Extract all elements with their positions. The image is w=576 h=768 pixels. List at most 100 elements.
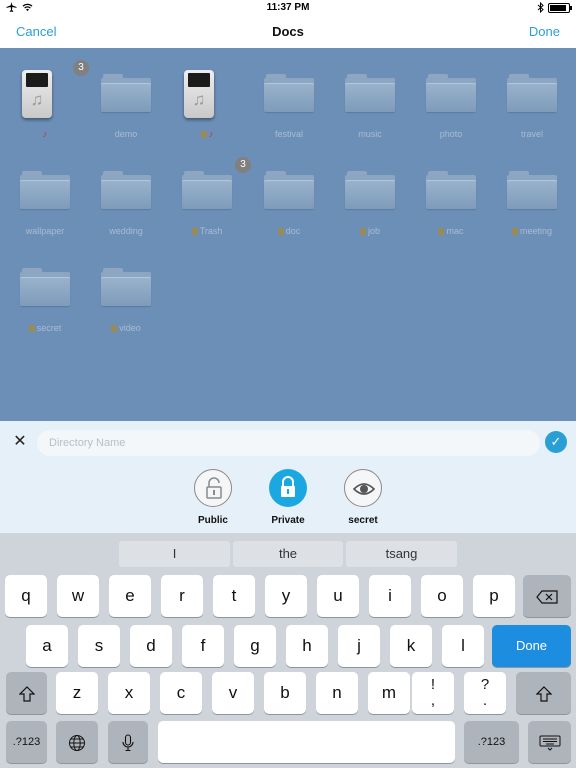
suggestion-3[interactable]: tsang — [346, 541, 457, 567]
folder-item[interactable]: job — [334, 147, 406, 236]
microphone-key[interactable] — [108, 721, 148, 763]
key-q[interactable]: q — [5, 575, 47, 617]
key-g[interactable]: g — [234, 625, 276, 667]
folder-item[interactable]: festival — [253, 50, 325, 139]
folder-icon — [507, 171, 557, 209]
folder-item[interactable]: photo — [415, 50, 487, 139]
hide-keyboard-key[interactable] — [528, 721, 571, 763]
globe-key[interactable] — [56, 721, 98, 763]
count-badge: 3 — [235, 157, 251, 173]
option-public[interactable]: Public — [178, 469, 248, 529]
key-bottom: , — [430, 692, 436, 709]
checkmark-icon[interactable]: ✓ — [545, 431, 567, 453]
option-secret[interactable]: secret — [328, 469, 398, 529]
key-z[interactable]: z — [56, 672, 98, 714]
key-x[interactable]: x — [108, 672, 150, 714]
item-name: travel — [520, 129, 543, 139]
folder-icon — [426, 171, 476, 209]
status-right — [537, 2, 572, 13]
backspace-key[interactable] — [523, 575, 571, 617]
key-a[interactable]: a — [26, 625, 68, 667]
question-key[interactable]: ? . — [464, 672, 506, 714]
shift-icon — [18, 685, 35, 702]
key-b[interactable]: b — [264, 672, 306, 714]
key-v[interactable]: v — [212, 672, 254, 714]
item-name: job — [367, 226, 380, 236]
key-t[interactable]: t — [213, 575, 255, 617]
folder-item[interactable]: travel — [496, 50, 568, 139]
item-name: wallpaper — [25, 226, 65, 236]
lock-icon — [191, 228, 198, 235]
shift-icon — [535, 685, 552, 702]
status-time: 11:37 PM — [266, 2, 310, 13]
done-key[interactable]: Done — [492, 625, 571, 667]
music-note-icon: ♫ — [30, 90, 44, 109]
done-button[interactable]: Done — [529, 24, 560, 39]
key-w[interactable]: w — [57, 575, 99, 617]
key-m[interactable]: m — [368, 672, 410, 714]
option-private[interactable]: Private — [253, 469, 323, 529]
exclamation-key[interactable]: ! , — [412, 672, 454, 714]
item-label: travel — [496, 129, 568, 139]
folder-item[interactable]: doc — [253, 147, 325, 236]
close-icon[interactable]: ✕ — [10, 432, 30, 452]
key-top: ! — [430, 676, 436, 693]
lock-icon — [111, 325, 118, 332]
key-e[interactable]: e — [109, 575, 151, 617]
suggestion-1[interactable]: I — [119, 541, 230, 567]
key-k[interactable]: k — [390, 625, 432, 667]
music-item[interactable]: ♫ 3 ♪ — [9, 50, 89, 139]
folder-item[interactable]: wallpaper — [9, 147, 81, 236]
folder-item[interactable]: demo — [90, 50, 162, 139]
music-item[interactable]: ♫ ♪ — [171, 50, 243, 139]
directory-name-input[interactable] — [37, 430, 540, 456]
folder-item[interactable]: secret — [9, 244, 81, 333]
numbers-key-left[interactable]: .?123 — [6, 721, 47, 763]
key-l[interactable]: l — [442, 625, 484, 667]
key-c[interactable]: c — [160, 672, 202, 714]
key-y[interactable]: y — [265, 575, 307, 617]
key-p[interactable]: p — [473, 575, 515, 617]
lock-icon — [359, 228, 366, 235]
key-d[interactable]: d — [130, 625, 172, 667]
bluetooth-icon — [537, 2, 544, 13]
globe-icon — [69, 734, 85, 751]
item-label: Trash — [171, 226, 243, 236]
guitar-icon: ♪ — [42, 129, 48, 139]
item-name: festival — [274, 129, 303, 139]
shift-key-left[interactable] — [6, 672, 47, 714]
status-bar: 11:37 PM — [0, 0, 576, 16]
file-grid: ♫ 3 ♪ demo ♫ ♪ festival music photo travel wallpap… — [0, 48, 576, 421]
folder-item[interactable]: wedding — [90, 147, 162, 236]
guitar-icon: ♪ — [208, 129, 214, 139]
folder-item[interactable]: 3 Trash — [171, 147, 251, 236]
shift-key-right[interactable] — [516, 672, 571, 714]
item-label: music — [334, 129, 406, 139]
lock-icon — [28, 325, 35, 332]
key-i[interactable]: i — [369, 575, 411, 617]
suggestion-2[interactable]: the — [233, 541, 343, 567]
key-n[interactable]: n — [316, 672, 358, 714]
key-s[interactable]: s — [78, 625, 120, 667]
key-u[interactable]: u — [317, 575, 359, 617]
folder-item[interactable]: mac — [415, 147, 487, 236]
item-name: photo — [439, 129, 463, 139]
folder-icon — [345, 74, 395, 112]
option-label: secret — [348, 515, 378, 526]
key-r[interactable]: r — [161, 575, 203, 617]
numbers-key-right[interactable]: .?123 — [464, 721, 519, 763]
item-label: wedding — [90, 226, 162, 236]
folder-icon — [426, 74, 476, 112]
folder-item[interactable]: music — [334, 50, 406, 139]
space-bar[interactable] — [158, 721, 455, 763]
key-h[interactable]: h — [286, 625, 328, 667]
item-label: mac — [415, 226, 487, 236]
key-f[interactable]: f — [182, 625, 224, 667]
key-j[interactable]: j — [338, 625, 380, 667]
folder-item[interactable]: video — [90, 244, 162, 333]
item-label: meeting — [496, 226, 568, 236]
key-o[interactable]: o — [421, 575, 463, 617]
lock-icon — [269, 469, 307, 507]
folder-item[interactable]: meeting — [496, 147, 568, 236]
backspace-icon — [536, 589, 558, 604]
